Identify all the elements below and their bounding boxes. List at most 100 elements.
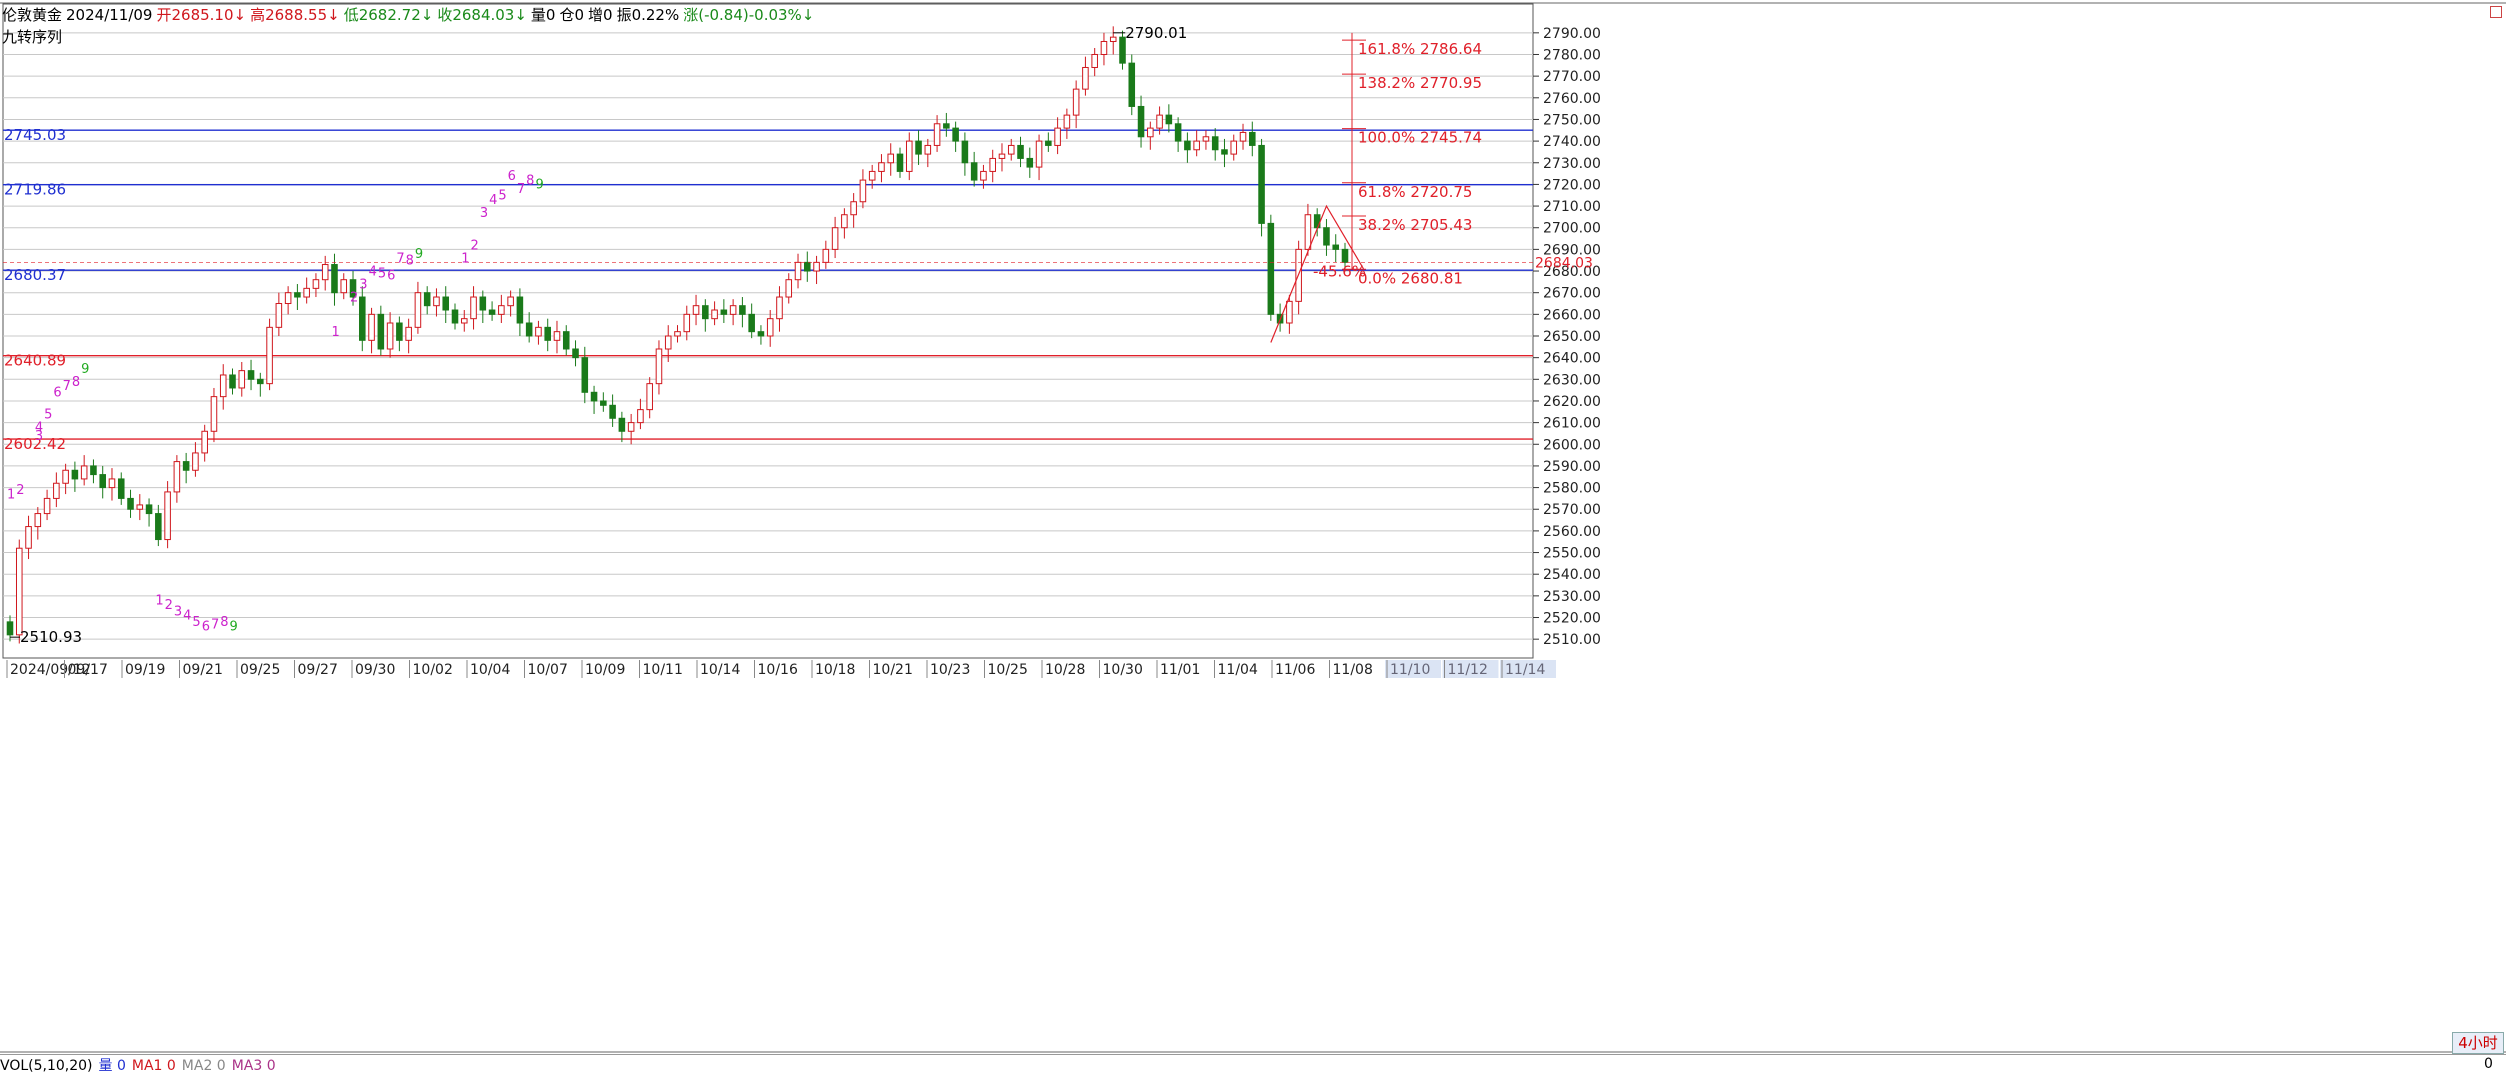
y-tick-label: 2510.00 (1543, 632, 1601, 648)
seq-marker: 3 (359, 277, 367, 292)
seq-marker: 1 (461, 251, 469, 266)
x-tick-label: 09/21 (183, 662, 223, 678)
candle-down (516, 296, 524, 324)
y-tick-label: 2530.00 (1543, 589, 1601, 605)
y-tick-label: 2640.00 (1543, 351, 1601, 367)
candle-up (1054, 127, 1061, 146)
price-chart[interactable]: 2510.002520.002530.002540.002550.002560.… (0, 0, 2506, 1072)
candle-up (989, 157, 996, 172)
candle-up (470, 296, 477, 320)
candle-up (164, 491, 171, 541)
seq-marker: 7 (63, 379, 71, 394)
candle-down (257, 378, 264, 385)
candle-down (525, 322, 533, 337)
change-value: 涨(-0.84)-0.03%↓ (683, 6, 815, 24)
seq-marker: 5 (498, 189, 506, 204)
candle-up (887, 153, 895, 164)
seq-marker: 8 (72, 375, 80, 390)
candle-up (850, 201, 857, 216)
fib-note: -45.6% (1313, 262, 1366, 280)
candle-down (739, 305, 746, 315)
candle-up (284, 292, 292, 305)
volume-axis-value: 0 (2484, 1056, 2493, 1072)
candle-up (683, 313, 691, 333)
candle-down (145, 504, 153, 515)
candle-up (219, 374, 227, 398)
fib-label: 161.8% 2786.64 (1358, 40, 1482, 58)
candle-up (238, 370, 246, 389)
window-corner-icon[interactable] (2490, 6, 2502, 18)
candle-down (229, 374, 236, 389)
candle-up (692, 305, 700, 315)
seq-marker: 6 (53, 386, 61, 401)
candle-down (1211, 136, 1219, 151)
candle-up (878, 162, 885, 172)
candle-up (108, 478, 116, 489)
candle-down (488, 309, 496, 315)
x-tick-label: 10/14 (700, 662, 740, 678)
candle-down (896, 153, 904, 172)
candle-up (729, 305, 737, 315)
candle-down (1313, 214, 1321, 229)
candle-up (1063, 114, 1071, 129)
candle-down (377, 313, 385, 350)
candle-down (748, 313, 755, 333)
candle-up (1109, 36, 1117, 42)
candle-down (247, 370, 255, 380)
seq-marker: 8 (220, 615, 228, 630)
candle-up (933, 123, 941, 146)
candle-down (71, 469, 79, 480)
candle-down (1128, 62, 1136, 107)
seq-marker: 4 (369, 264, 377, 279)
y-tick-label: 2540.00 (1543, 567, 1601, 583)
x-tick-label: 11/12 (1448, 662, 1488, 678)
candle-up (136, 504, 144, 510)
candle-up (275, 303, 283, 328)
y-tick-label: 2560.00 (1543, 524, 1601, 540)
candle-up (655, 348, 663, 385)
candle-up (711, 309, 718, 320)
x-tick-label: 10/23 (930, 662, 970, 678)
level-label: 2680.37 (4, 266, 66, 284)
y-tick-label: 2780.00 (1543, 47, 1601, 63)
y-tick-label: 2590.00 (1543, 459, 1601, 475)
seq-marker: 1 (155, 594, 163, 609)
candle-up (414, 292, 422, 328)
y-tick-label: 2710.00 (1543, 199, 1601, 215)
candle-up (201, 430, 208, 454)
y-tick-label: 2630.00 (1543, 372, 1601, 388)
seq-marker: 6 (202, 620, 210, 635)
candle-down (479, 296, 487, 311)
candle-up (1072, 88, 1080, 116)
timeframe-button[interactable]: 4小时 (2452, 1032, 2504, 1054)
seq-marker: 9 (230, 620, 238, 635)
seq-marker: 8 (526, 173, 534, 188)
candle-down (544, 326, 551, 341)
seq-marker: 9 (81, 362, 89, 377)
candle-down (720, 309, 728, 315)
candle-down (423, 292, 431, 307)
candle-down (609, 404, 616, 419)
candle-down (1341, 248, 1349, 263)
candle-up (1156, 114, 1163, 129)
seq-marker: 7 (517, 182, 525, 197)
x-tick-label: 10/02 (413, 662, 453, 678)
candle-up (62, 469, 69, 484)
y-tick-label: 2610.00 (1543, 416, 1601, 432)
candle-down (331, 264, 338, 294)
candle-up (1202, 136, 1210, 142)
seq-marker: 6 (387, 269, 395, 284)
fib-label: 61.8% 2720.75 (1358, 183, 1472, 201)
candle-down (396, 322, 403, 341)
y-tick-label: 2730.00 (1543, 156, 1601, 172)
seq-marker: 4 (35, 420, 43, 435)
candle-down (562, 331, 570, 350)
y-tick-label: 2750.00 (1543, 112, 1601, 128)
x-tick-label: 10/21 (873, 662, 913, 678)
x-tick-label: 10/11 (643, 662, 683, 678)
candle-down (99, 474, 106, 489)
x-tick-label: 11/04 (1218, 662, 1258, 678)
candle-down (1184, 140, 1191, 151)
candle-down (1026, 157, 1034, 168)
candle-down (943, 123, 950, 129)
